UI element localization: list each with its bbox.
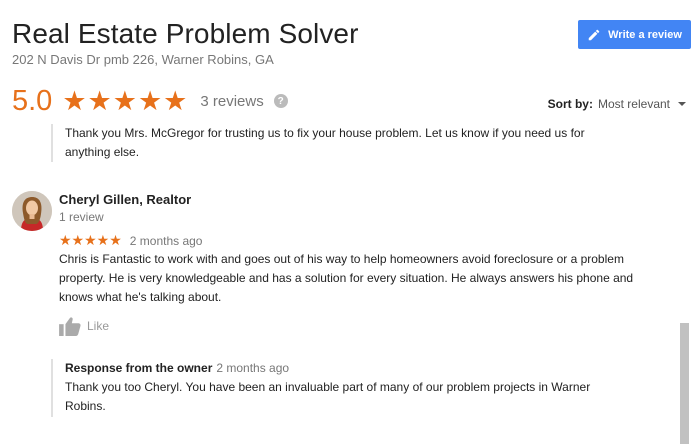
sort-dropdown[interactable]: Sort by: Most relevant (548, 97, 686, 111)
reviewer-review-count: 1 review (59, 210, 104, 224)
previous-reply-text: Thank you Mrs. McGregor for trusting us … (65, 126, 585, 159)
scrollbar-thumb[interactable] (680, 323, 689, 444)
owner-response: Response from the owner 2 months ago Than… (51, 359, 631, 417)
rating-stars: ★★★★★ (62, 85, 189, 116)
avatar[interactable] (12, 191, 52, 231)
business-title: Real Estate Problem Solver (12, 18, 359, 49)
write-review-label: Write a review (608, 28, 682, 41)
review-date: 2 months ago (129, 233, 203, 248)
previous-owner-reply: Thank you Mrs. McGregor for trusting us … (51, 124, 631, 162)
owner-response-heading: Response from the owner (65, 361, 213, 375)
thumbs-up-icon (59, 317, 81, 336)
help-circle-icon[interactable]: ? (273, 94, 288, 108)
write-review-button[interactable]: Write a review (578, 20, 691, 49)
owner-response-date: 2 months ago (216, 361, 290, 375)
rating-summary: 5.0 ★★★★★ 3 reviews ? (12, 84, 288, 118)
owner-response-text: Thank you too Cheryl. You have been an i… (65, 380, 591, 413)
pencil-icon (588, 29, 600, 40)
reviewer-name[interactable]: Cheryl Gillen, Realtor (59, 192, 191, 207)
like-label: Like (87, 319, 110, 333)
rating-score: 5.0 (12, 84, 53, 117)
owner-response-header: Response from the owner 2 months ago (65, 359, 631, 378)
business-address: 202 N Davis Dr pmb 226, Warner Robins, G… (12, 52, 274, 67)
review-text: Chris is Fantastic to work with and goes… (59, 252, 634, 304)
sort-value: Most relevant (597, 97, 670, 111)
reviews-count-link[interactable]: 3 reviews (200, 93, 263, 110)
like-button[interactable]: Like (59, 316, 109, 336)
caret-down-icon (678, 102, 686, 106)
review-stars: ★★★★★ (59, 232, 122, 248)
avatar-photo (12, 191, 52, 231)
sort-label: Sort by: (547, 97, 593, 111)
review-rating-row: ★★★★★ 2 months ago (59, 232, 202, 249)
